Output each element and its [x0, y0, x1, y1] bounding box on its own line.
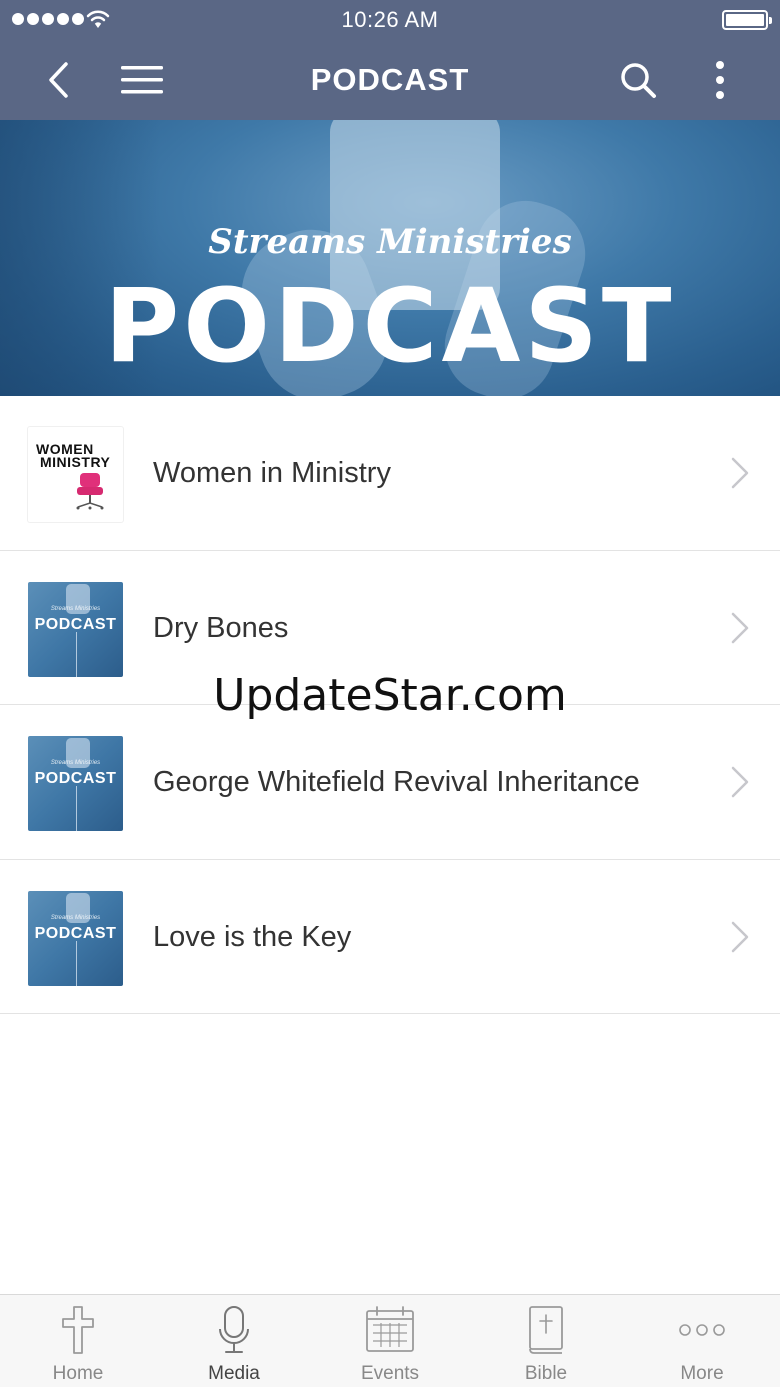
banner-subtitle: Streams Ministries	[208, 222, 572, 262]
more-options-button[interactable]	[700, 40, 740, 120]
list-item-title: George Whitefield Revival Inheritance	[153, 766, 640, 798]
menu-button[interactable]	[112, 40, 172, 120]
list-item-title: Dry Bones	[153, 611, 289, 644]
banner-title: PODCAST	[104, 267, 676, 386]
battery-icon	[722, 10, 772, 30]
chevron-right-icon	[731, 457, 749, 489]
tab-more[interactable]: More	[624, 1295, 780, 1387]
chevron-right-icon	[731, 612, 749, 643]
chevron-right-icon	[731, 766, 749, 798]
microphone-icon	[219, 1306, 249, 1353]
search-icon	[621, 63, 656, 98]
back-button[interactable]	[30, 40, 86, 120]
status-bar: 10:26 AM	[0, 0, 780, 40]
more-dots-icon	[679, 1324, 725, 1336]
list-item[interactable]: Streams Ministries PODCAST Dry Bones	[0, 550, 780, 705]
tab-bible[interactable]: Bible	[468, 1295, 624, 1387]
calendar-icon	[366, 1306, 414, 1352]
hamburger-icon	[121, 66, 163, 94]
tab-home[interactable]: Home	[0, 1295, 156, 1387]
nav-bar: PODCAST	[0, 40, 780, 120]
podcast-list: WOMEN MINISTRY Women in Ministry Streams…	[0, 396, 780, 1014]
list-item[interactable]: Streams Ministries PODCAST George Whitef…	[0, 705, 780, 860]
vertical-dots-icon	[716, 61, 724, 99]
list-item-title: Women in Ministry	[153, 457, 391, 489]
podcast-thumbnail: Streams Ministries PODCAST	[28, 581, 123, 677]
podcast-thumbnail: WOMEN MINISTRY	[28, 427, 123, 522]
search-button[interactable]	[608, 40, 668, 120]
chair-icon	[76, 473, 104, 510]
list-item[interactable]: Streams Ministries PODCAST Love is the K…	[0, 859, 780, 1014]
cross-icon	[62, 1306, 94, 1354]
list-item-title: Love is the Key	[153, 920, 352, 953]
list-item[interactable]: WOMEN MINISTRY Women in Ministry	[0, 396, 780, 551]
tab-events[interactable]: Events	[312, 1295, 468, 1387]
chevron-right-icon	[731, 921, 749, 952]
podcast-thumbnail: Streams Ministries PODCAST	[28, 890, 123, 986]
tab-bar: Home Media Events Bible More	[0, 1294, 780, 1387]
podcast-thumbnail: Streams Ministries PODCAST	[28, 736, 123, 831]
top-bar: 10:26 AM PODCAST	[0, 0, 780, 120]
chevron-left-icon	[49, 62, 68, 98]
bible-icon	[529, 1306, 563, 1354]
status-time: 10:26 AM	[341, 7, 439, 32]
tab-media[interactable]: Media	[156, 1295, 312, 1387]
